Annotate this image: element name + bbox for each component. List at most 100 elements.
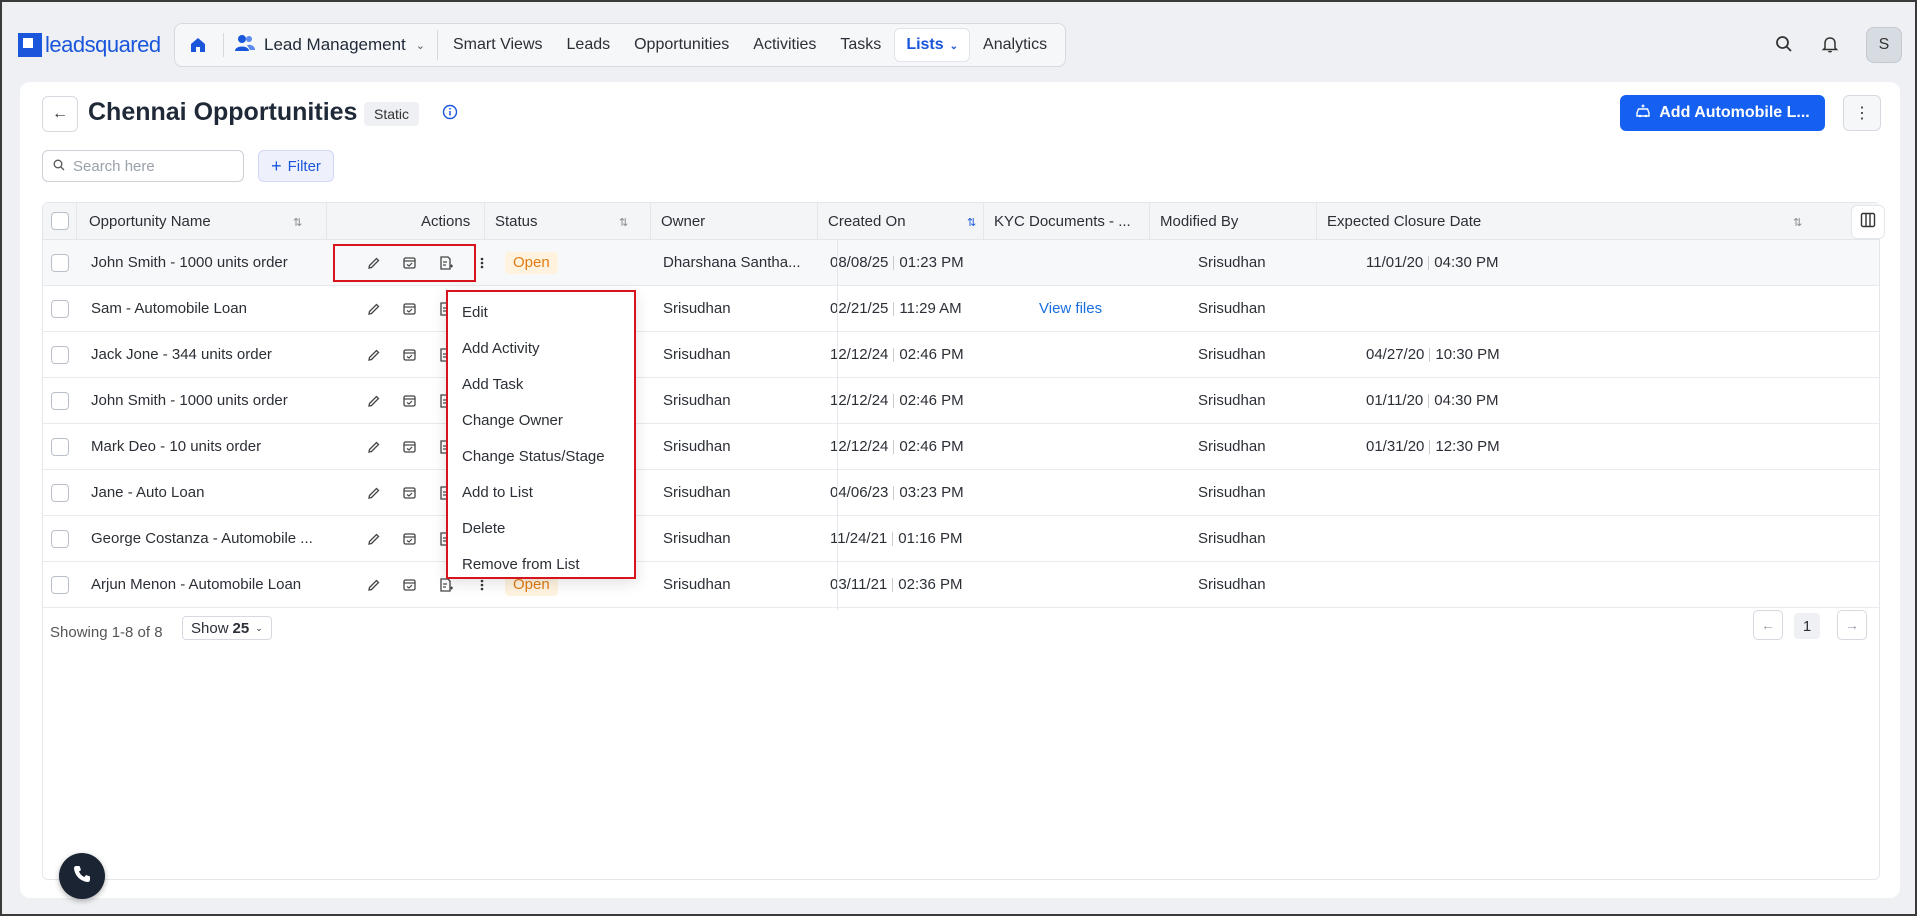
edit-icon[interactable] [365, 392, 383, 410]
add-activity-icon[interactable] [401, 484, 419, 502]
table-row[interactable]: John Smith - 1000 units order Open Dharsha… [43, 240, 1879, 286]
search-input[interactable] [73, 157, 233, 175]
expected-closure-cell: 01/11/20 04:30 PM [1366, 378, 1499, 424]
add-activity-icon[interactable] [401, 300, 419, 318]
edit-icon[interactable] [365, 576, 383, 594]
next-page-button[interactable]: → [1837, 610, 1867, 640]
nav-lists[interactable]: Lists ⌄ [894, 28, 971, 62]
add-activity-icon[interactable] [401, 530, 419, 548]
opportunity-name[interactable]: Jack Jone - 344 units order [91, 332, 272, 378]
sort-icon[interactable]: ⇅ [967, 216, 976, 229]
table-row[interactable]: Sam - Automobile Loan Srisudhan 02/21/25 11… [43, 286, 1879, 332]
edit-icon[interactable] [365, 530, 383, 548]
row-checkbox[interactable] [51, 438, 69, 456]
opportunity-name[interactable]: John Smith - 1000 units order [91, 240, 288, 286]
table-row[interactable]: Arjun Menon - Automobile Loan Open Srisudh… [43, 562, 1879, 608]
edit-icon[interactable] [365, 484, 383, 502]
info-icon[interactable] [442, 104, 458, 124]
previous-page-button[interactable]: ← [1753, 610, 1783, 640]
sort-icon[interactable]: ⇅ [619, 216, 628, 229]
owner-cell: Srisudhan [663, 438, 731, 455]
row-checkbox[interactable] [51, 530, 69, 548]
opportunity-name[interactable]: Mark Deo - 10 units order [91, 424, 261, 470]
column-header-status[interactable]: Status [495, 203, 538, 240]
row-checkbox[interactable] [51, 576, 69, 594]
module-switcher[interactable]: Lead Management ⌄ [234, 34, 425, 57]
menu-item-change-status-stage[interactable]: Change Status/Stage [448, 439, 634, 475]
nav-leads[interactable]: Leads [556, 29, 622, 61]
row-checkbox[interactable] [51, 346, 69, 364]
kyc-view-files-link[interactable]: View files [1039, 286, 1102, 332]
search-box[interactable] [42, 150, 244, 182]
phone-call-button[interactable] [59, 853, 105, 899]
menu-item-add-activity[interactable]: Add Activity [448, 331, 634, 367]
created-on-cell: 12/12/24 02:46 PM [830, 378, 964, 424]
row-checkbox[interactable] [51, 392, 69, 410]
table-row[interactable]: Mark Deo - 10 units order Srisudhan 12/12/… [43, 424, 1879, 470]
current-page-number[interactable]: 1 [1794, 613, 1820, 639]
edit-icon[interactable] [365, 300, 383, 318]
avatar[interactable]: S [1866, 27, 1902, 63]
date-time-divider [893, 486, 895, 501]
row-checkbox[interactable] [51, 300, 69, 318]
opportunity-name[interactable]: Jane - Auto Loan [91, 470, 204, 516]
plus-icon: + [271, 155, 282, 176]
menu-item-change-owner[interactable]: Change Owner [448, 403, 634, 439]
nav-opportunities[interactable]: Opportunities [623, 29, 740, 61]
sort-icon[interactable]: ⇅ [1793, 216, 1802, 229]
arrow-left-icon: ← [52, 105, 68, 122]
table-row[interactable]: Jack Jone - 344 units order Srisudhan 12/1… [43, 332, 1879, 378]
opportunity-name[interactable]: Arjun Menon - Automobile Loan [91, 562, 301, 608]
nav-activities[interactable]: Activities [742, 29, 827, 61]
column-header-modified-by[interactable]: Modified By [1160, 203, 1238, 240]
menu-item-edit[interactable]: Edit [448, 295, 634, 331]
nav-tasks[interactable]: Tasks [829, 29, 892, 61]
select-all-checkbox[interactable] [51, 212, 69, 230]
add-activity-icon[interactable] [401, 576, 419, 594]
add-activity-icon[interactable] [401, 392, 419, 410]
menu-item-add-task[interactable]: Add Task [448, 367, 634, 403]
table-row[interactable]: John Smith - 1000 units order Srisudhan 12… [43, 378, 1879, 424]
table-header: Opportunity Name ⇅ Actions Status ⇅ Owne… [43, 203, 1879, 240]
search-icon[interactable] [1770, 30, 1798, 58]
column-header-expected-closure-date[interactable]: Expected Closure Date [1327, 203, 1481, 240]
opportunity-name[interactable]: George Costanza - Automobile ... [91, 516, 313, 562]
expected-closure-cell: 11/01/20 04:30 PM [1366, 240, 1499, 286]
bell-icon[interactable] [1816, 30, 1844, 58]
column-settings-button[interactable] [1851, 205, 1885, 239]
column-divider [983, 203, 984, 240]
add-activity-icon[interactable] [401, 346, 419, 364]
column-header-kyc-documents[interactable]: KYC Documents - ... [994, 203, 1131, 240]
home-icon[interactable] [181, 28, 215, 62]
nav-analytics[interactable]: Analytics [972, 29, 1058, 61]
column-header-opportunity-name[interactable]: Opportunity Name [89, 203, 211, 240]
edit-icon[interactable] [365, 438, 383, 456]
nav-divider [223, 33, 224, 57]
nav-smart-views[interactable]: Smart Views [442, 29, 554, 61]
menu-item-add-to-list[interactable]: Add to List [448, 475, 634, 511]
back-button[interactable]: ← [42, 96, 78, 132]
column-header-owner[interactable]: Owner [661, 203, 705, 240]
page-size-label: Show [191, 619, 229, 637]
edit-icon[interactable] [365, 346, 383, 364]
opportunity-name[interactable]: John Smith - 1000 units order [91, 378, 288, 424]
more-options-button[interactable]: ⋮ [1843, 95, 1881, 131]
filter-button[interactable]: + Filter [258, 150, 334, 182]
table-row[interactable]: George Costanza - Automobile ... Srisudha… [43, 516, 1879, 562]
owner-cell: Srisudhan [663, 530, 731, 547]
created-on-cell: 12/12/24 02:46 PM [830, 424, 964, 470]
page-size-select[interactable]: Show 25 ⌄ [182, 616, 272, 640]
row-checkbox[interactable] [51, 484, 69, 502]
menu-item-remove-from-list[interactable]: Remove from List [448, 547, 634, 583]
opportunity-name[interactable]: Sam - Automobile Loan [91, 286, 247, 332]
sort-icon[interactable]: ⇅ [293, 216, 302, 229]
column-header-created-on[interactable]: Created On [828, 203, 906, 240]
add-activity-icon[interactable] [401, 438, 419, 456]
table-row[interactable]: Jane - Auto Loan Srisudhan 04/06/23 03:23 P… [43, 470, 1879, 516]
columns-icon [1860, 212, 1876, 232]
leadsquared-logo[interactable]: leadsquared [18, 32, 161, 58]
menu-item-delete[interactable]: Delete [448, 511, 634, 547]
row-checkbox[interactable] [51, 254, 69, 272]
owner-cell: Srisudhan [663, 392, 731, 409]
add-automobile-loan-button[interactable]: Add Automobile L... [1620, 95, 1825, 131]
